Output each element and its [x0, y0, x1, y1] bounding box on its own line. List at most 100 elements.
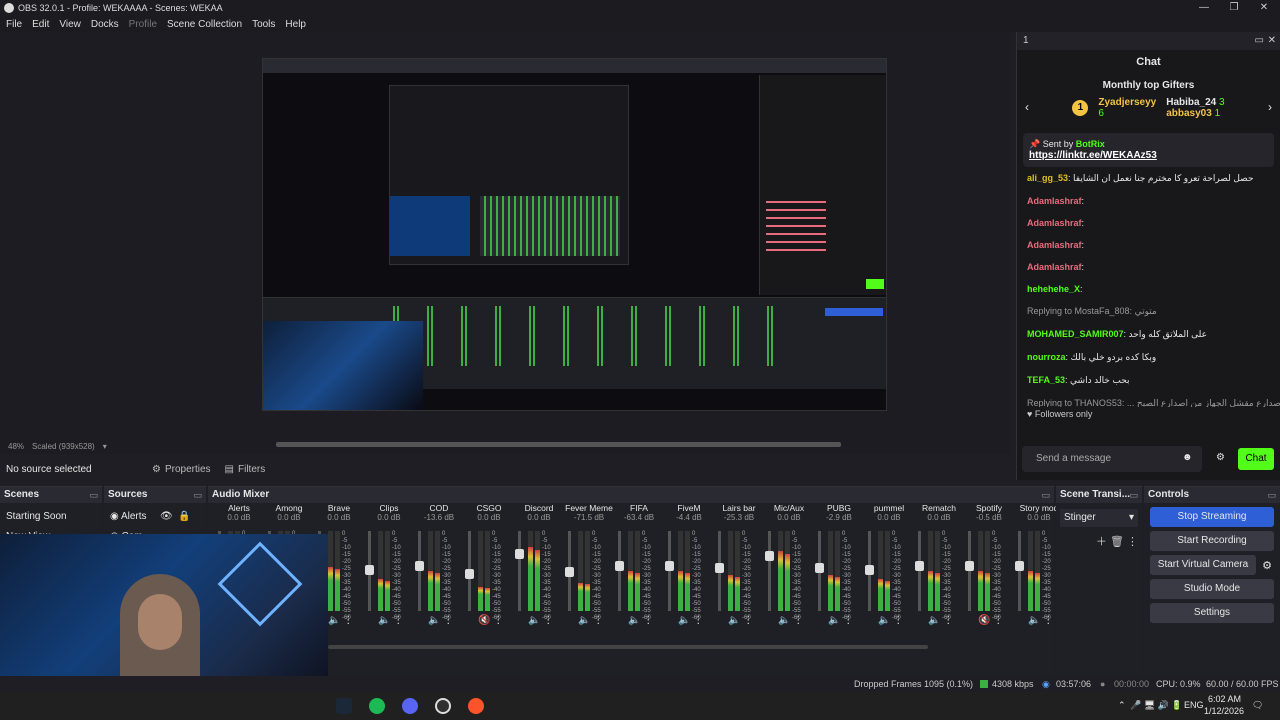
fader-knob[interactable]	[415, 561, 424, 571]
spotify-icon[interactable]	[369, 698, 385, 714]
volume-fader[interactable]	[815, 531, 824, 611]
speaker-icon[interactable]: 🔈	[628, 615, 640, 626]
speaker-icon[interactable]: 🔈	[678, 615, 690, 626]
fader-knob[interactable]	[565, 567, 574, 577]
menu-edit[interactable]: Edit	[32, 19, 49, 30]
fader-knob[interactable]	[765, 551, 774, 561]
gear-icon[interactable]: ⚙	[1262, 559, 1272, 572]
volume-fader[interactable]	[515, 531, 524, 611]
volume-fader[interactable]	[915, 531, 924, 611]
brave-icon[interactable]	[468, 698, 484, 714]
fader-knob[interactable]	[965, 561, 974, 571]
gifter-name[interactable]: Habiba_24	[1166, 97, 1216, 108]
fader-knob[interactable]	[1015, 561, 1024, 571]
pinned-bot-name[interactable]: BotRix	[1076, 139, 1105, 149]
pinned-link[interactable]: https://linktr.ee/WEKAAz53	[1029, 150, 1157, 161]
preview-canvas[interactable]	[262, 58, 887, 411]
source-item[interactable]: ◉ Alerts 👁 🔒	[104, 507, 206, 527]
more-icon[interactable]: ⋮	[443, 615, 453, 626]
muted-speaker-icon[interactable]: 🔇	[478, 615, 490, 626]
volume-fader[interactable]	[965, 531, 974, 611]
lock-icon[interactable]: 🔒	[178, 507, 190, 527]
gifter-name[interactable]: Zyadjerseyy	[1098, 97, 1156, 108]
speaker-icon[interactable]: 🔈	[928, 615, 940, 626]
more-icon[interactable]: ⋮	[543, 615, 553, 626]
speaker-icon[interactable]: 🔈	[728, 615, 740, 626]
volume-fader[interactable]	[715, 531, 724, 611]
muted-speaker-icon[interactable]: 🔇	[978, 615, 990, 626]
popout-icon[interactable]: ▭	[1041, 487, 1050, 503]
menu-docks[interactable]: Docks	[91, 19, 119, 30]
fader-knob[interactable]	[665, 561, 674, 571]
emoji-icon[interactable]: ☻	[1182, 452, 1193, 463]
obs-icon[interactable]	[435, 698, 451, 714]
more-icon[interactable]: ⋮	[343, 615, 353, 626]
settings-icon[interactable]: ⚙	[1216, 452, 1225, 463]
menu-view[interactable]: View	[59, 19, 81, 30]
fader-knob[interactable]	[365, 565, 374, 575]
chevron-down-icon[interactable]: ▾	[103, 442, 107, 451]
volume-fader[interactable]	[765, 531, 774, 611]
settings-button[interactable]: Settings	[1150, 603, 1274, 623]
chevron-left-icon[interactable]: ‹	[1025, 100, 1029, 114]
zoom-level[interactable]: 48%	[8, 442, 24, 451]
popout-icon[interactable]: ▭	[89, 487, 98, 503]
more-icon[interactable]: ⋮	[943, 615, 953, 626]
discord-icon[interactable]	[402, 698, 418, 714]
notification-icon[interactable]: 🗨	[1252, 700, 1263, 711]
tray-chevron-up-icon[interactable]: ⌃	[1118, 700, 1126, 711]
properties-button[interactable]: Properties	[165, 464, 211, 475]
trash-icon[interactable]: 🗑	[1110, 536, 1124, 548]
menu-file[interactable]: File	[6, 19, 22, 30]
more-icon[interactable]: ⋮	[793, 615, 803, 626]
speaker-icon[interactable]: 🔈	[528, 615, 540, 626]
speaker-icon[interactable]: 🔈	[1028, 615, 1040, 626]
volume-fader[interactable]	[465, 531, 474, 611]
more-icon[interactable]: ⋮	[1043, 615, 1053, 626]
clock-date[interactable]: 1/12/2026	[1204, 706, 1244, 716]
speaker-icon[interactable]: 🔈	[578, 615, 590, 626]
speaker-icon[interactable]: 🔈	[328, 615, 340, 626]
more-icon[interactable]: ⋮	[593, 615, 603, 626]
minimize-button[interactable]: —	[1188, 0, 1220, 16]
volume-fader[interactable]	[615, 531, 624, 611]
speaker-icon[interactable]: 🔈	[378, 615, 390, 626]
scene-item[interactable]: Starting Soon	[0, 507, 102, 527]
more-icon[interactable]: ⋮	[843, 615, 853, 626]
close-icon[interactable]: ✕	[1268, 32, 1276, 50]
speaker-icon[interactable]: 🔈	[828, 615, 840, 626]
studio-mode-button[interactable]: Studio Mode	[1150, 579, 1274, 599]
filters-button[interactable]: Filters	[238, 464, 265, 475]
start-recording-button[interactable]: Start Recording	[1150, 531, 1274, 551]
add-icon[interactable]: ＋	[1096, 536, 1107, 548]
tray-icons[interactable]: 🎤 🖥 🔊 🔋	[1130, 700, 1183, 711]
menu-help[interactable]: Help	[285, 19, 306, 30]
chat-username[interactable]: hehehehe_X	[1027, 284, 1080, 294]
fader-knob[interactable]	[715, 563, 724, 573]
more-icon[interactable]: ⋮	[993, 615, 1003, 626]
speaker-icon[interactable]: 🔈	[428, 615, 440, 626]
volume-fader[interactable]	[565, 531, 574, 611]
chat-username[interactable]: Adamlashraf	[1027, 218, 1082, 228]
more-icon[interactable]: ⋮	[693, 615, 703, 626]
mixer-scrollbar[interactable]	[328, 645, 928, 649]
popout-icon[interactable]: ▭	[1129, 487, 1138, 503]
chat-username[interactable]: MOHAMED_SAMIR007	[1027, 329, 1124, 339]
fader-knob[interactable]	[815, 563, 824, 573]
popout-icon[interactable]: ▭	[1267, 487, 1276, 503]
start-virtual-camera-button[interactable]: Start Virtual Camera	[1150, 555, 1256, 575]
chevron-right-icon[interactable]: ›	[1268, 100, 1272, 114]
menu-scene-collection[interactable]: Scene Collection	[167, 19, 242, 30]
stop-streaming-button[interactable]: Stop Streaming	[1150, 507, 1274, 527]
volume-fader[interactable]	[365, 531, 374, 611]
chat-username[interactable]: nourroza	[1027, 352, 1066, 362]
eye-icon[interactable]: 👁	[160, 507, 173, 527]
language-indicator[interactable]: ENG	[1184, 700, 1204, 710]
volume-fader[interactable]	[665, 531, 674, 611]
speaker-icon[interactable]: 🔈	[778, 615, 790, 626]
preview-scrollbar[interactable]	[276, 442, 841, 447]
popout-icon[interactable]: ▭	[1255, 32, 1264, 50]
chat-username[interactable]: TEFA_53	[1027, 375, 1065, 385]
chat-username[interactable]: Adamlashraf	[1027, 196, 1082, 206]
more-icon[interactable]: ⋮	[643, 615, 653, 626]
